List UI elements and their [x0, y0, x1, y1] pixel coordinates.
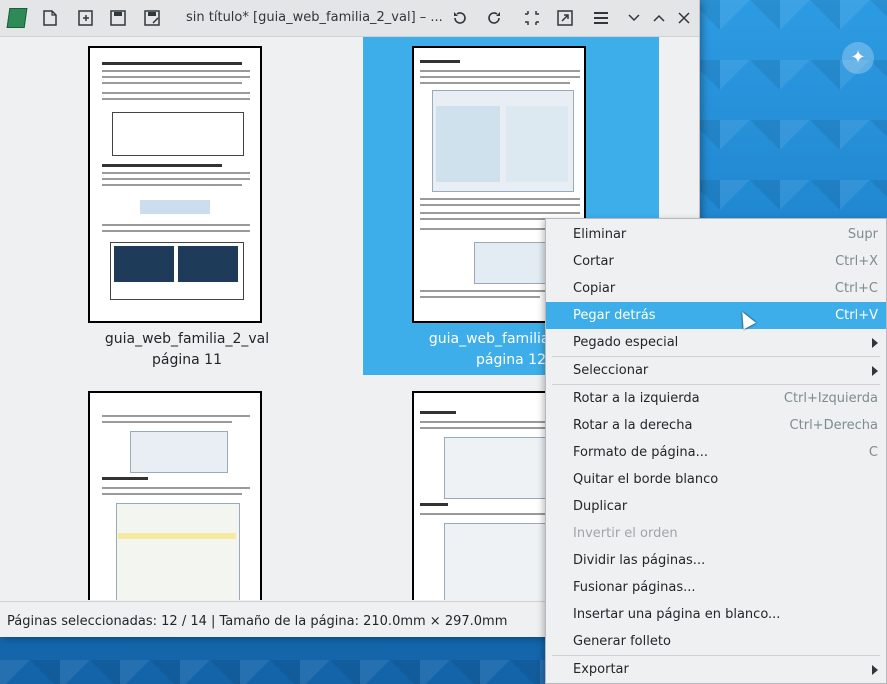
crop-icon[interactable] — [520, 6, 544, 30]
minimize-icon[interactable] — [622, 6, 646, 30]
menu-item-rotar-derecha[interactable]: Rotar a la derecha Ctrl+Derecha — [546, 412, 886, 439]
rotate-left-icon[interactable] — [448, 6, 472, 30]
menu-item-pegado-especial[interactable]: Pegado especial — [546, 329, 886, 356]
insert-image-icon[interactable] — [74, 6, 98, 30]
menu-item-quitar-borde[interactable]: Quitar el borde blanco — [546, 466, 886, 493]
window-title: sin título* [guia_web_familia_2_val] – .… — [186, 10, 443, 25]
rotate-right-icon[interactable] — [482, 6, 506, 30]
desktop-logo-icon: ✦ — [842, 42, 874, 74]
menu-item-cortar[interactable]: Cortar Ctrl+X — [546, 248, 886, 275]
menu-item-formato-pagina[interactable]: Formato de página... C — [546, 439, 886, 466]
context-menu: Eliminar Supr Cortar Ctrl+X Copiar Ctrl+C P… — [545, 218, 887, 684]
export-icon[interactable] — [553, 6, 577, 30]
close-icon[interactable] — [672, 6, 696, 30]
menu-item-rotar-izquierda[interactable]: Rotar a la izquierda Ctrl+Izquierda — [546, 385, 886, 412]
menu-item-eliminar[interactable]: Eliminar Supr — [546, 221, 886, 248]
menu-item-copiar[interactable]: Copiar Ctrl+C — [546, 275, 886, 302]
menu-item-insertar-pagina-blanco[interactable]: Insertar una página en blanco... — [546, 601, 886, 628]
new-page-icon[interactable] — [38, 6, 62, 30]
menu-icon[interactable] — [589, 6, 613, 30]
menu-item-fusionar-paginas[interactable]: Fusionar páginas... — [546, 574, 886, 601]
titlebar: sin título* [guia_web_familia_2_val] – .… — [0, 0, 699, 37]
menu-item-exportar[interactable]: Exportar — [546, 656, 886, 683]
page-thumbnail[interactable] — [76, 382, 298, 600]
submenu-arrow-icon — [872, 337, 878, 348]
menu-item-dividir-paginas[interactable]: Dividir las páginas... — [546, 547, 886, 574]
menu-item-invertir-orden: Invertir el orden — [573, 526, 678, 541]
menu-item-duplicar[interactable]: Duplicar — [546, 493, 886, 520]
app-icon — [5, 6, 29, 30]
submenu-arrow-icon — [872, 664, 878, 675]
maximize-icon[interactable] — [647, 6, 671, 30]
thumbnail-caption: guia_web_familia_2_val página 11 — [104, 331, 270, 368]
save-as-icon[interactable] — [140, 6, 164, 30]
save-icon[interactable] — [106, 6, 130, 30]
page-thumbnail[interactable]: guia_web_familia_2_val página 11 — [76, 37, 298, 375]
page-preview — [88, 391, 262, 600]
menu-item-pegar-detras[interactable]: Pegar detrás Ctrl+V — [546, 302, 886, 329]
status-text: Páginas seleccionadas: 12 / 14 | Tamaño … — [7, 614, 508, 629]
menu-item-generar-folleto[interactable]: Generar folleto — [546, 628, 886, 655]
menu-item-seleccionar[interactable]: Seleccionar — [546, 357, 886, 384]
submenu-arrow-icon — [872, 365, 878, 376]
page-preview — [88, 46, 262, 323]
